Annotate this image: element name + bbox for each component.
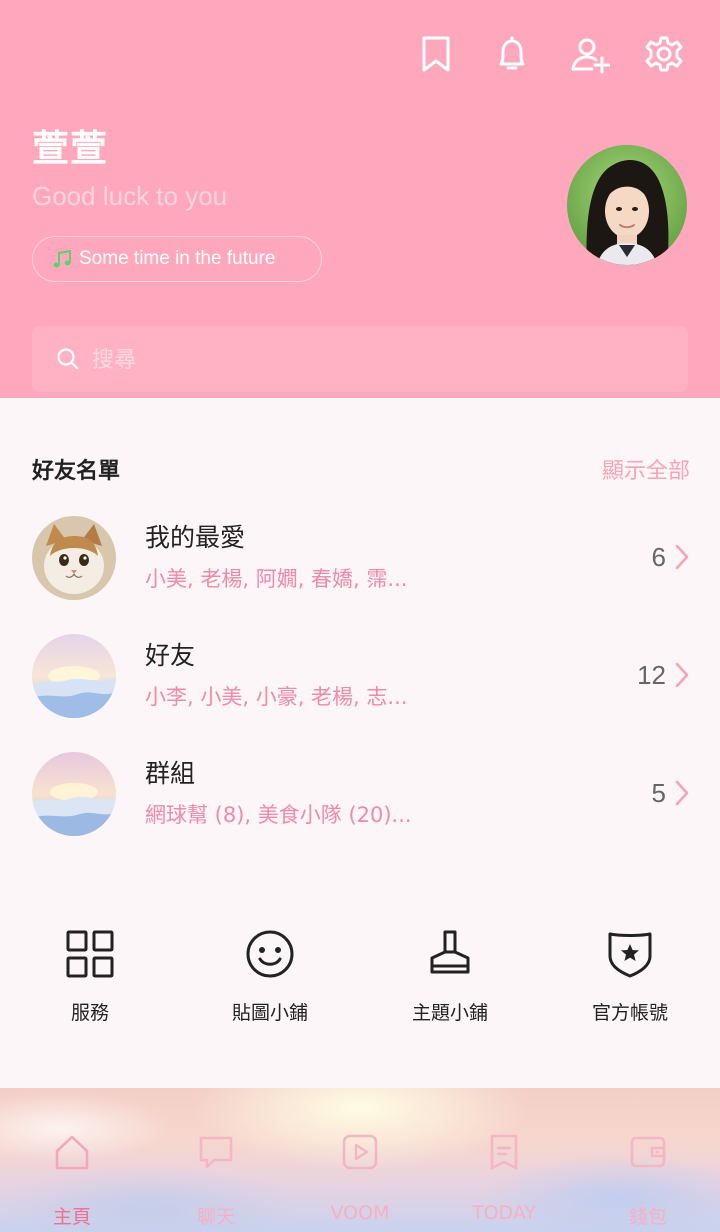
friend-list-item-groups[interactable]: 群組 網球幫 (8), 美食小隊 (20)... 5 — [0, 752, 720, 862]
official-accounts-button[interactable]: 官方帳號 — [540, 926, 720, 1036]
show-all-link[interactable]: 顯示全部 — [602, 453, 690, 485]
search-input[interactable] — [90, 340, 654, 380]
theme-shop-button[interactable]: 主題小鋪 — [360, 926, 540, 1036]
nav-label: 主頁 — [52, 1206, 91, 1228]
shield-star-icon — [608, 932, 652, 978]
settings-gear-icon[interactable] — [644, 34, 684, 74]
bottom-navigation-bar: 主頁 聊天 VOOM TODAY 錢包 — [0, 1088, 720, 1232]
favorites-avatar — [32, 516, 116, 600]
search-icon — [57, 348, 79, 370]
chevron-right-icon — [675, 544, 689, 570]
service-label: 貼圖小鋪 — [231, 1002, 308, 1024]
friend-list-item-favorites[interactable]: 我的最愛 小美, 老楊, 阿嫺, 春嬌, 霈... 6 — [0, 516, 720, 626]
friend-group-name: 我的最愛 — [145, 523, 246, 552]
friend-group-members: 小李, 小美, 小豪, 老楊, 志... — [145, 685, 408, 709]
search-bar[interactable] — [32, 326, 688, 392]
today-icon — [490, 1134, 518, 1170]
nav-home[interactable]: 主頁 — [0, 1088, 144, 1232]
music-note-icon — [53, 249, 71, 268]
friend-group-name: 群組 — [145, 759, 196, 788]
chevron-right-icon — [675, 662, 689, 688]
friend-group-count: 12 — [637, 660, 666, 690]
nav-label: 聊天 — [196, 1206, 235, 1228]
profile-music-button[interactable]: Some time in the future — [32, 236, 322, 282]
sticker-shop-button[interactable]: 貼圖小鋪 — [180, 926, 360, 1036]
grid-icon — [66, 930, 114, 978]
profile-header: 萱萱 Good luck to you Some time in the fut… — [0, 0, 720, 398]
add-friend-icon[interactable] — [570, 34, 611, 74]
status-message[interactable]: Good luck to you — [32, 181, 227, 212]
home-icon — [55, 1135, 89, 1170]
friend-group-members: 網球幫 (8), 美食小隊 (20)... — [145, 803, 412, 827]
music-title: Some time in the future — [79, 248, 276, 269]
friend-group-count: 5 — [651, 778, 666, 808]
friend-group-count: 6 — [651, 542, 666, 572]
profile-avatar[interactable] — [567, 145, 687, 265]
friend-group-members: 小美, 老楊, 阿嫺, 春嬌, 霈... — [145, 567, 408, 591]
services-button[interactable]: 服務 — [0, 926, 180, 1036]
smiley-icon — [246, 930, 294, 978]
nav-voom[interactable]: VOOM — [288, 1088, 432, 1232]
voom-icon — [342, 1134, 378, 1170]
wallet-icon — [630, 1136, 666, 1168]
service-label: 官方帳號 — [591, 1002, 668, 1024]
nav-chat[interactable]: 聊天 — [144, 1088, 288, 1232]
service-label: 服務 — [70, 1002, 109, 1024]
service-label: 主題小鋪 — [411, 1002, 488, 1024]
chevron-right-icon — [675, 780, 689, 806]
chat-icon — [199, 1136, 233, 1169]
bookmark-icon[interactable] — [416, 34, 456, 74]
nav-wallet[interactable]: 錢包 — [576, 1088, 720, 1232]
friend-group-name: 好友 — [145, 641, 196, 670]
brush-icon — [430, 930, 470, 974]
nav-label: TODAY — [472, 1202, 536, 1224]
groups-avatar — [32, 752, 116, 836]
nav-today[interactable]: TODAY — [432, 1088, 576, 1232]
nav-label: 錢包 — [628, 1206, 667, 1228]
friend-list-item-friends[interactable]: 好友 小李, 小美, 小豪, 老楊, 志... 12 — [0, 634, 720, 744]
profile-name: 萱萱 — [32, 127, 108, 170]
bell-icon[interactable] — [492, 34, 532, 74]
nav-label: VOOM — [330, 1202, 390, 1224]
friends-section-title: 好友名單 — [32, 459, 121, 484]
friends-avatar — [32, 634, 116, 718]
